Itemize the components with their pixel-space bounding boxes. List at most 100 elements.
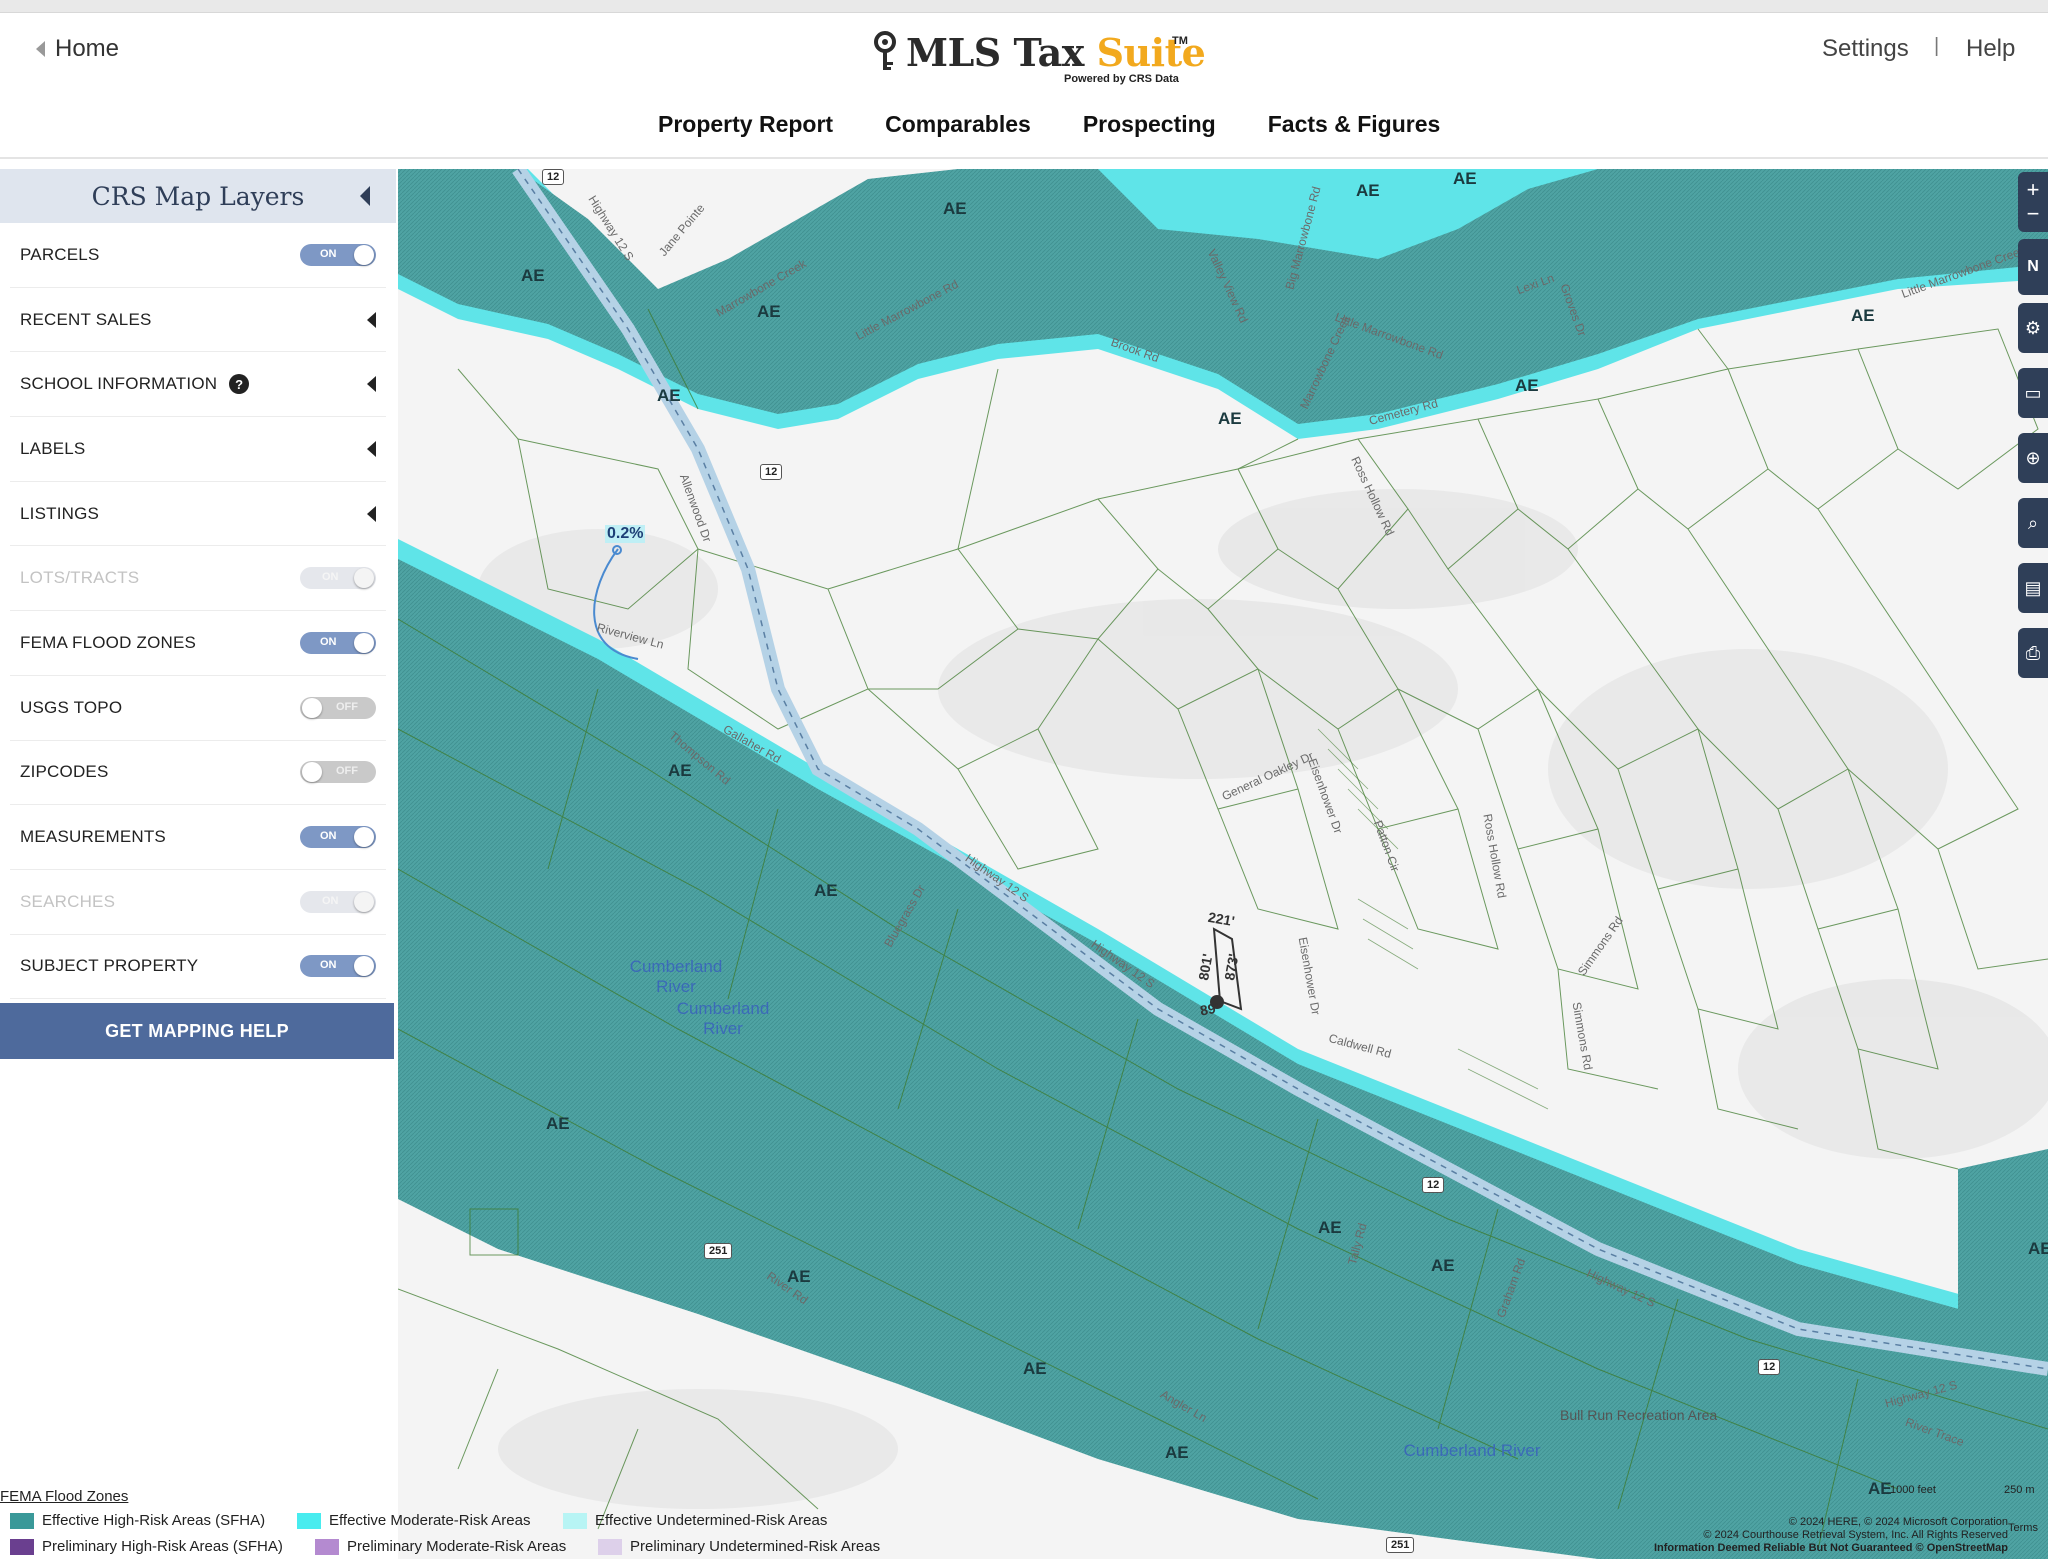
toggle-knob <box>302 697 322 718</box>
usgs-topo-toggle[interactable]: OFF <box>300 696 376 719</box>
legend-item: Preliminary High-Risk Areas (SFHA) <box>10 1538 283 1555</box>
legend-label: Effective High-Risk Areas (SFHA) <box>42 1512 266 1529</box>
layer-row-usgs-topo[interactable]: USGS TOPO OFF <box>10 676 386 741</box>
map-canvas[interactable]: AE AE AE AE AE AE AE AE AE AE AE AE AE A… <box>398 169 2048 1559</box>
layer-row-subject-property[interactable]: SUBJECT PROPERTY ON <box>10 935 386 1000</box>
draw-shape-icon[interactable]: ▭ <box>2018 368 2048 418</box>
zoom-in-button[interactable]: + <box>2027 178 2040 202</box>
layer-row-lots-tracts: LOTS/TRACTS ON <box>10 546 386 612</box>
measurements-toggle[interactable]: ON <box>300 826 376 849</box>
layer-label: MEASUREMENTS <box>20 827 166 847</box>
searches-toggle: ON <box>300 890 376 913</box>
flood-zone-label: AE <box>1431 1256 1455 1275</box>
sidebar-title: CRS Map Layers <box>91 181 305 211</box>
key-icon <box>874 31 896 70</box>
zipcodes-toggle[interactable]: OFF <box>300 761 376 784</box>
terms-link[interactable]: Terms <box>2008 1522 2038 1534</box>
attribution-line: © 2024 HERE, © 2024 Microsoft Corporatio… <box>1788 1516 2008 1528</box>
toggle-knob <box>302 762 322 783</box>
layer-row-labels[interactable]: LABELS <box>10 417 386 482</box>
question-icon[interactable]: ? <box>229 374 250 395</box>
map-basemap <box>398 169 2048 1559</box>
flood-zone-label: AE <box>1515 376 1539 395</box>
legend-swatch <box>563 1512 587 1529</box>
legend-title[interactable]: FEMA Flood Zones <box>0 1488 128 1505</box>
zoom-control[interactable]: + − <box>2018 172 2048 232</box>
get-mapping-help-button[interactable]: GET MAPPING HELP <box>0 1003 394 1060</box>
compass-north-button[interactable]: N <box>2018 239 2048 295</box>
layer-label: SCHOOL INFORMATION <box>20 374 218 394</box>
layer-label: PARCELS <box>20 244 100 264</box>
tab-prospecting[interactable]: Prospecting <box>1083 111 1216 138</box>
toggle-text: OFF <box>336 765 358 778</box>
route-shield: 12 <box>1758 1359 1781 1375</box>
flood-percent-label: 0.2% <box>605 525 646 543</box>
print-icon[interactable]: ⎙ <box>2018 628 2048 678</box>
toggle-text: ON <box>320 830 337 843</box>
layer-label: SEARCHES <box>20 891 116 911</box>
gear-icon[interactable]: ⚙ <box>2018 303 2048 353</box>
tab-facts-figures[interactable]: Facts & Figures <box>1268 111 1441 138</box>
collapse-sidebar-icon[interactable] <box>360 186 370 206</box>
flood-zone-label: AE <box>546 1114 570 1133</box>
mls-tax-suite-logo[interactable]: MLS Tax Suite TM Powered by CRS Data <box>872 30 1206 85</box>
layer-row-zipcodes[interactable]: ZIPCODES OFF <box>10 741 386 806</box>
layer-row-listings[interactable]: LISTINGS <box>10 482 386 547</box>
toggle-text: ON <box>322 894 339 907</box>
layer-row-fema-flood-zones[interactable]: FEMA FLOOD ZONES ON <box>10 611 386 676</box>
parcels-toggle[interactable]: ON <box>300 243 376 266</box>
subject-property-toggle[interactable]: ON <box>300 955 376 978</box>
zoom-out-button[interactable]: − <box>2027 202 2040 226</box>
expand-chevron-icon[interactable] <box>367 440 376 457</box>
locate-crosshair-icon[interactable]: ⊕ <box>2018 433 2048 483</box>
route-shield: 12 <box>760 464 783 480</box>
help-link[interactable]: Help <box>1966 35 2015 63</box>
layer-row-measurements[interactable]: MEASUREMENTS ON <box>10 805 386 870</box>
logo-trademark: TM <box>1172 35 1188 47</box>
logo-subtitle: Powered by CRS Data <box>1064 73 1179 85</box>
layer-label: RECENT SALES <box>20 309 152 329</box>
layer-row-school-information[interactable]: SCHOOL INFORMATION? <box>10 352 386 418</box>
home-link[interactable]: Home <box>36 35 119 63</box>
browser-top-strip <box>0 0 2048 13</box>
layer-label: SUBJECT PROPERTY <box>20 956 199 976</box>
search-icon[interactable]: ⌕ <box>2018 498 2048 548</box>
legend-item: Preliminary Undetermined-Risk Areas <box>598 1538 880 1555</box>
legend-swatch <box>297 1512 321 1529</box>
fema-legend: FEMA Flood Zones Effective High-Risk Are… <box>0 1486 1000 1559</box>
legend-label: Effective Moderate-Risk Areas <box>329 1512 531 1529</box>
home-label: Home <box>55 35 120 62</box>
app-header: Home MLS Tax Suite TM Powered by CRS Dat… <box>0 13 2048 159</box>
measurement-label: 89' <box>1198 999 1221 1019</box>
river-label: Cumberland River <box>629 957 723 996</box>
logo-wordmark: MLS Tax Suite <box>906 30 1206 75</box>
tab-comparables[interactable]: Comparables <box>885 111 1031 138</box>
ruler-icon[interactable]: ▤ <box>2018 563 2048 613</box>
lots-tracts-toggle: ON <box>300 567 376 590</box>
expand-chevron-icon[interactable] <box>367 311 376 328</box>
tab-property-report[interactable]: Property Report <box>658 111 833 138</box>
logo-accent-text: Suite <box>1096 30 1206 75</box>
toggle-knob <box>354 632 374 653</box>
layer-label: USGS TOPO <box>20 697 123 717</box>
river-label: Cumberland River <box>676 999 770 1038</box>
route-shield: 251 <box>1386 1537 1415 1553</box>
toggle-text: OFF <box>336 700 358 713</box>
legend-swatch <box>10 1538 34 1555</box>
fema-flood-zones-toggle[interactable]: ON <box>300 631 376 654</box>
map-attribution: © 2024 HERE, © 2024 Microsoft Corporatio… <box>1654 1516 2008 1555</box>
route-shield: 12 <box>1422 1177 1445 1193</box>
expand-chevron-icon[interactable] <box>367 505 376 522</box>
header-separator: | <box>1934 35 1940 57</box>
settings-link[interactable]: Settings <box>1822 35 1909 63</box>
layer-row-parcels[interactable]: PARCELS ON <box>10 223 386 288</box>
back-arrow-icon <box>36 41 45 57</box>
flood-zone-label: AE <box>1453 169 1477 188</box>
toggle-text: ON <box>320 635 337 648</box>
flood-zone-label: AE <box>657 386 681 405</box>
expand-chevron-icon[interactable] <box>367 376 376 393</box>
legend-label: Preliminary Undetermined-Risk Areas <box>630 1538 881 1555</box>
layer-row-recent-sales[interactable]: RECENT SALES <box>10 288 386 353</box>
scale-label-feet: 1000 feet <box>1890 1484 1936 1496</box>
flood-zone-label: AE <box>1868 1479 1892 1498</box>
